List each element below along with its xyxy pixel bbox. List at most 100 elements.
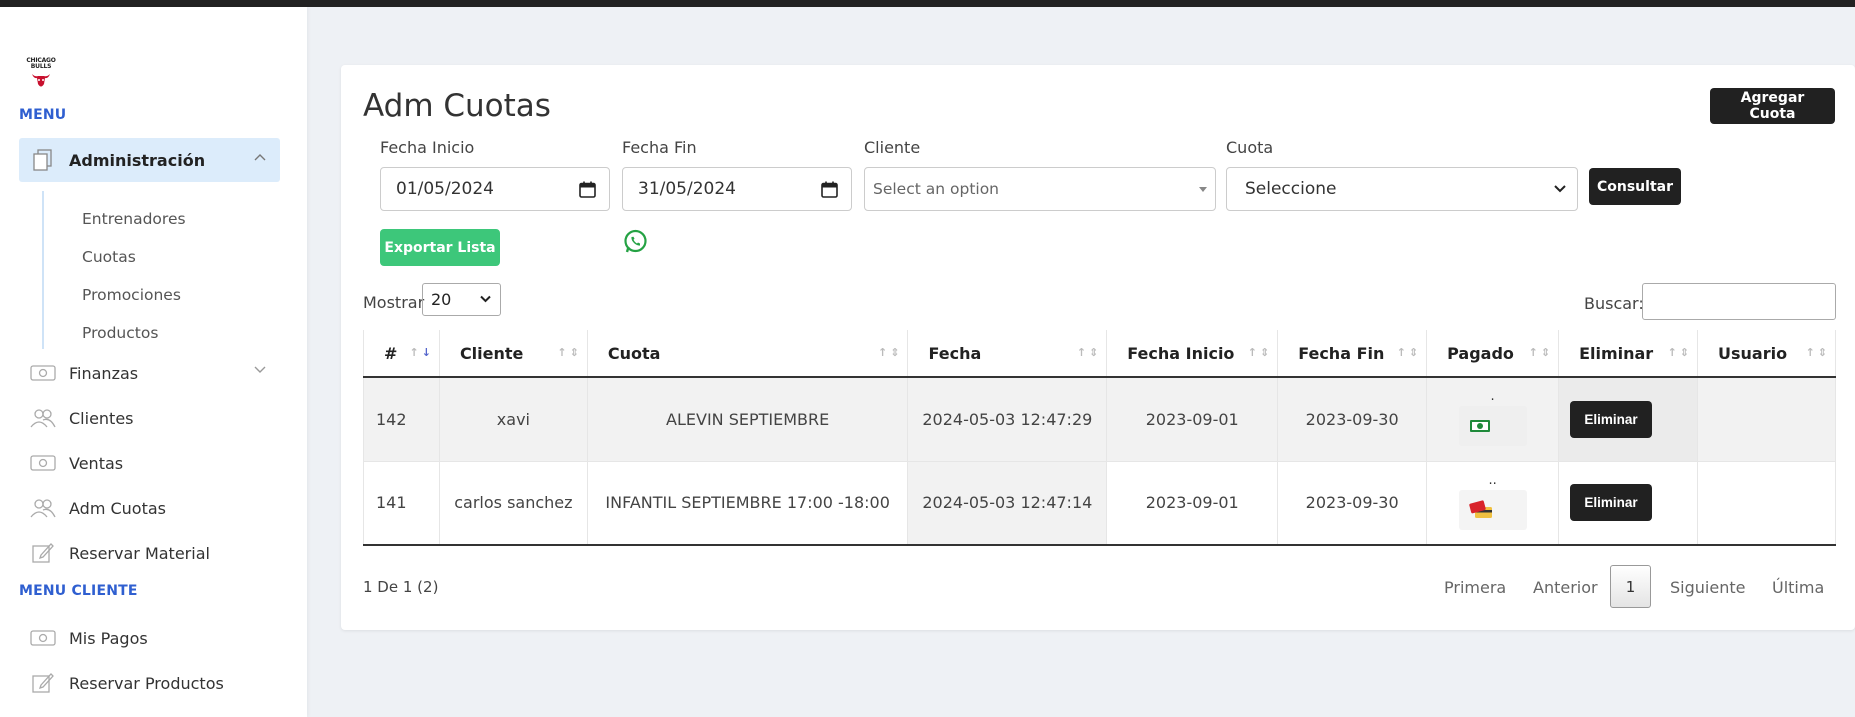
- fecha-fin-label: Fecha Fin: [622, 138, 697, 157]
- cliente-label: Cliente: [864, 138, 921, 157]
- sidebar-item-adm-cuotas[interactable]: Adm Cuotas: [19, 486, 280, 530]
- column-header-cliente[interactable]: Cliente ↑ ⇕: [438, 330, 588, 378]
- bull-logo-icon: [32, 74, 50, 87]
- chevron-down-icon: [1554, 185, 1566, 193]
- cuotas-table: # ↑ ↓ Cliente ↑ ⇕ Cuota ↑ ⇕ Fecha ↑ ⇕ Fecha Inic…: [363, 330, 1836, 546]
- logo[interactable]: CHICAGO BULLS: [19, 55, 63, 97]
- cliente-select[interactable]: Select an option: [864, 167, 1216, 211]
- cell-cliente: carlos sanchez: [438, 461, 588, 546]
- table-info: 1 De 1 (2): [363, 578, 439, 596]
- add-cuota-button[interactable]: Agregar Cuota: [1710, 88, 1835, 124]
- sidebar-item-label: Adm Cuotas: [69, 498, 167, 518]
- menu-cliente-heading: MENU CLIENTE: [19, 583, 138, 599]
- delete-button[interactable]: Eliminar: [1570, 400, 1653, 438]
- fecha-inicio-value: 01/05/2024: [396, 179, 494, 199]
- calendar-icon[interactable]: [821, 181, 838, 198]
- column-header-fecha-inicio[interactable]: Fecha Inicio ↑ ⇕: [1106, 330, 1278, 378]
- cuota-value: Seleccione: [1245, 179, 1337, 199]
- sidebar-subitem-entrenadores[interactable]: Entrenadores: [82, 210, 186, 228]
- chevron-down-icon: [254, 366, 266, 373]
- column-header-label: Fecha Fin: [1298, 343, 1385, 363]
- consultar-button[interactable]: Consultar: [1589, 168, 1681, 205]
- pagado-mark: .: [1490, 389, 1495, 405]
- cuota-label: Cuota: [1226, 138, 1274, 157]
- top-bar: [0, 0, 1855, 7]
- cell-pagado: .: [1426, 377, 1559, 462]
- cell-usuario: [1697, 377, 1836, 462]
- column-header-fecha-fin[interactable]: Fecha Fin ↑ ⇕: [1277, 330, 1427, 378]
- sidebar-item-ventas[interactable]: Ventas: [19, 441, 280, 485]
- pager-first[interactable]: Primera: [1444, 578, 1506, 597]
- sidebar-item-label: Clientes: [69, 408, 134, 428]
- column-header-eliminar[interactable]: Eliminar ↑ ⇕: [1558, 330, 1698, 378]
- cash-icon: [1469, 420, 1490, 433]
- money-icon: [30, 452, 56, 474]
- column-header-id[interactable]: # ↑ ↓: [363, 330, 440, 378]
- column-header-label: Cuota: [607, 343, 661, 363]
- sort-icon: ↑ ⇕: [1076, 346, 1099, 359]
- payment-method-button[interactable]: [1458, 489, 1527, 530]
- column-header-pagado[interactable]: Pagado ↑ ⇕: [1426, 330, 1559, 378]
- sidebar-item-clientes[interactable]: Clientes: [19, 396, 280, 440]
- sort-icon: ↑ ↓: [409, 346, 431, 359]
- sidebar-item-finanzas[interactable]: Finanzas: [19, 351, 280, 395]
- sidebar-item-label: Finanzas: [69, 363, 139, 383]
- table-header-row: # ↑ ↓ Cliente ↑ ⇕ Cuota ↑ ⇕ Fecha ↑ ⇕ Fecha Inic…: [363, 330, 1836, 378]
- logo-text-line2: BULLS: [30, 63, 52, 70]
- sidebar-item-mis-pagos[interactable]: Mis Pagos: [19, 616, 280, 660]
- sort-icon: ↑ ⇕: [1667, 346, 1689, 359]
- cell-fecha-fin: 2023-09-30: [1277, 377, 1427, 462]
- sidebar: CHICAGO BULLS MENU Administración Entren…: [0, 7, 307, 717]
- pager-current-page[interactable]: 1: [1610, 565, 1651, 608]
- credit-card-icon: [1468, 500, 1492, 518]
- whatsapp-icon[interactable]: [623, 229, 648, 254]
- sidebar-subitem-promociones[interactable]: Promociones: [82, 286, 181, 304]
- cell-pagado: ..: [1426, 461, 1559, 546]
- cell-id: 142: [363, 377, 440, 462]
- payment-method-button[interactable]: [1458, 406, 1527, 447]
- sidebar-item-label: Administración: [69, 150, 206, 170]
- export-list-button[interactable]: Exportar Lista: [380, 229, 500, 266]
- column-header-cuota[interactable]: Cuota ↑ ⇕: [586, 330, 908, 378]
- chevron-down-icon: [480, 295, 491, 303]
- pager-last[interactable]: Última: [1772, 578, 1824, 597]
- sidebar-item-label: Mis Pagos: [69, 628, 148, 648]
- search-label: Buscar:: [1584, 294, 1644, 313]
- sidebar-subitem-cuotas[interactable]: Cuotas: [82, 248, 136, 266]
- fecha-inicio-input[interactable]: 01/05/2024: [380, 167, 610, 211]
- money-icon: [30, 627, 56, 649]
- fecha-fin-input[interactable]: 31/05/2024: [622, 167, 852, 211]
- column-header-label: Eliminar: [1579, 343, 1654, 363]
- pager-next[interactable]: Siguiente: [1670, 578, 1745, 597]
- cell-fecha-inicio: 2023-09-01: [1106, 461, 1278, 546]
- users-icon: [30, 407, 56, 429]
- cliente-placeholder: Select an option: [873, 180, 1000, 198]
- cell-cliente: xavi: [438, 377, 588, 462]
- page-size-select[interactable]: 20: [422, 283, 501, 316]
- sidebar-item-administracion[interactable]: Administración: [19, 138, 280, 182]
- sidebar-item-label: Ventas: [69, 453, 124, 473]
- show-entries-label: Mostrar: [363, 293, 425, 312]
- delete-button[interactable]: Eliminar: [1570, 484, 1653, 522]
- cell-fecha-inicio: 2023-09-01: [1106, 377, 1278, 462]
- column-header-usuario[interactable]: Usuario ↑ ⇕: [1697, 330, 1836, 378]
- calendar-icon[interactable]: [579, 181, 596, 198]
- column-header-fecha[interactable]: Fecha ↑ ⇕: [907, 330, 1107, 378]
- sidebar-item-reservar-material[interactable]: Reservar Material: [19, 531, 280, 575]
- column-header-label: Usuario: [1718, 343, 1788, 363]
- fecha-fin-value: 31/05/2024: [638, 179, 736, 199]
- cell-eliminar: Eliminar: [1558, 461, 1698, 546]
- sidebar-item-reservar-productos[interactable]: Reservar Productos: [19, 661, 280, 705]
- search-input[interactable]: [1642, 283, 1836, 320]
- column-header-label: Cliente: [459, 343, 524, 363]
- sidebar-subitem-productos[interactable]: Productos: [82, 324, 158, 342]
- money-icon: [30, 362, 56, 384]
- sidebar-item-label: Reservar Productos: [69, 673, 224, 693]
- sort-icon: ↑ ⇕: [557, 346, 579, 359]
- cuota-select[interactable]: Seleccione: [1226, 167, 1578, 211]
- page-title: Adm Cuotas: [363, 88, 551, 124]
- pager-previous[interactable]: Anterior: [1533, 578, 1598, 597]
- cell-usuario: [1697, 461, 1836, 546]
- cell-cuota: ALEVIN SEPTIEMBRE: [586, 377, 908, 462]
- main-card: Adm Cuotas Agregar Cuota Fecha Inicio 01…: [341, 65, 1855, 630]
